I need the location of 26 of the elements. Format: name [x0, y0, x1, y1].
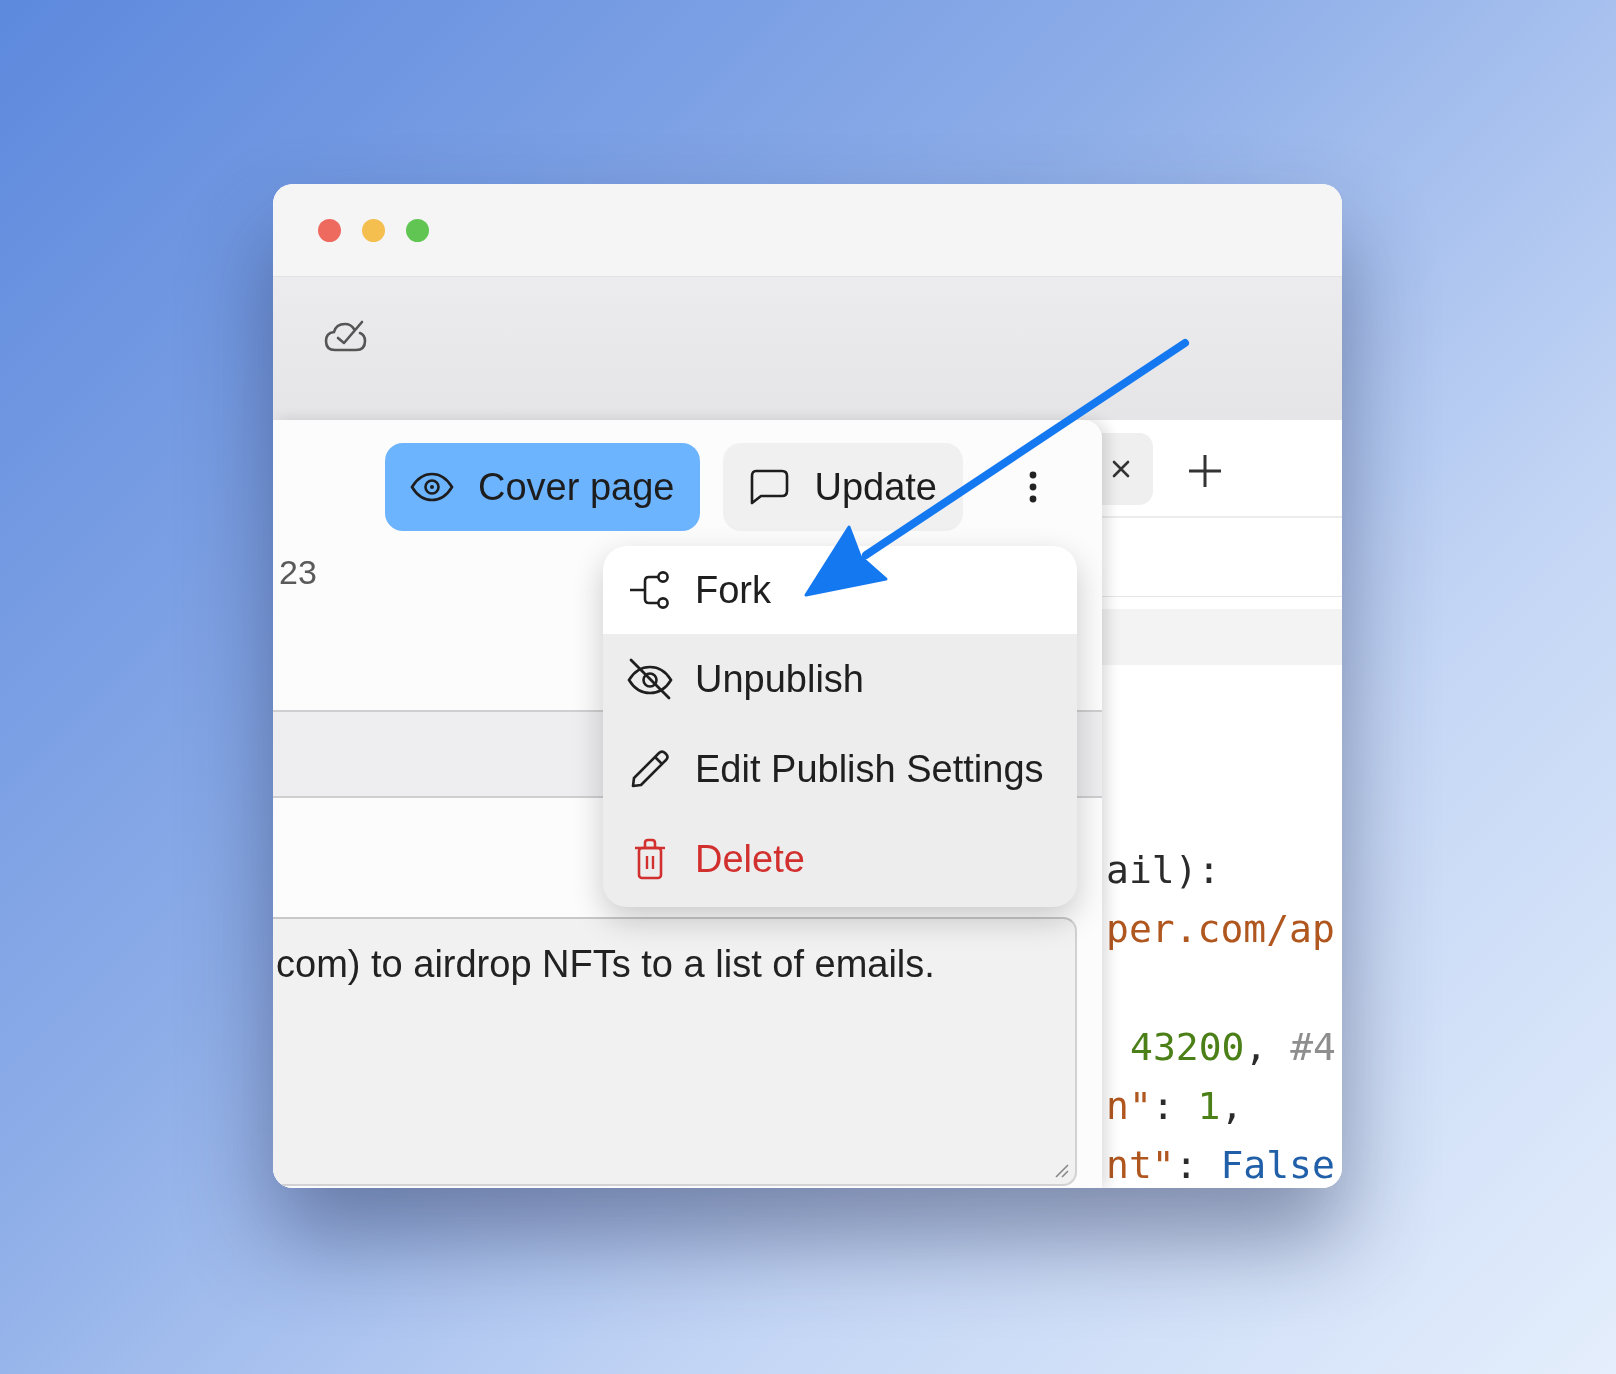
comment-button[interactable]: Update	[723, 443, 963, 531]
trash-icon	[633, 838, 667, 880]
window-close-button[interactable]	[318, 218, 341, 242]
eye-slash-icon	[627, 658, 673, 700]
text-area-field[interactable]: com) to airdrop NFTs to a list of emails.	[273, 917, 1077, 1186]
code-line: per.com/ap	[1106, 909, 1336, 949]
speech-bubble-icon	[748, 468, 791, 506]
menu-item[interactable]: Edit Publish Settings	[603, 724, 1077, 814]
pencil-icon	[630, 749, 670, 789]
view-button[interactable]: Cover page	[385, 443, 701, 531]
code-line: n": 1,	[1106, 1086, 1245, 1126]
menu-item[interactable]: Delete	[603, 814, 1077, 904]
code-line: ail):	[1106, 850, 1222, 890]
cloud-check-icon[interactable]	[324, 319, 368, 353]
tab[interactable]	[1102, 433, 1153, 505]
code-line: 43200, #4	[1129, 1027, 1337, 1067]
fragment-text: 23	[278, 553, 317, 591]
code-line: nt": False	[1106, 1145, 1336, 1185]
close-icon[interactable]	[1112, 460, 1130, 478]
plus-icon[interactable]	[1188, 454, 1222, 488]
more-icon[interactable]	[1028, 470, 1038, 504]
branch-icon	[629, 570, 671, 610]
menu-item[interactable]: Unpublish	[603, 634, 1077, 724]
resize-grip-icon[interactable]	[1053, 1162, 1069, 1178]
eye-icon	[410, 472, 454, 502]
menu-item[interactable]: Fork	[603, 546, 1077, 634]
